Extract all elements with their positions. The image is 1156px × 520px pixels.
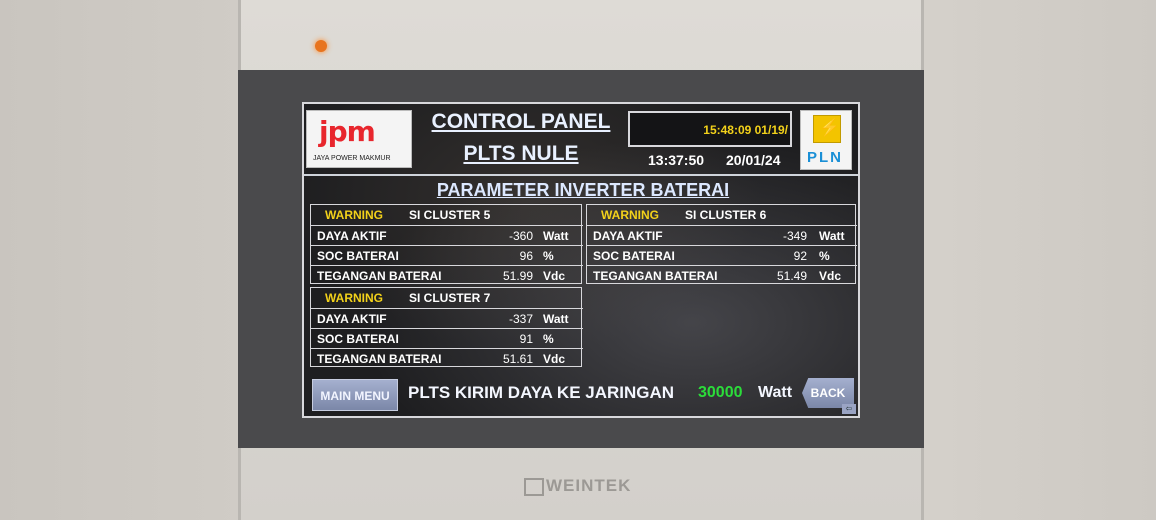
row-label: DAYA AKTIF (593, 229, 663, 243)
cluster-name: SI CLUSTER 6 (685, 208, 767, 222)
row-value: 96 (519, 249, 533, 263)
cluster-header: WARNING SI CLUSTER 5 (311, 205, 583, 225)
row-value: 92 (793, 249, 807, 263)
warning-indicator: WARNING (325, 291, 383, 305)
section-title: PARAMETER INVERTER BATERAI (436, 180, 730, 200)
clock-box-text: 15:48:09 01/19/ (703, 123, 788, 137)
status-text: PLTS KIRIM DAYA KE JARINGAN (408, 383, 675, 402)
clock-display-box: 15:48:09 01/19/ (628, 111, 792, 147)
main-menu-button[interactable]: MAIN MENU (312, 379, 398, 411)
data-row: SOC BATERAI 91 % (311, 328, 583, 348)
row-unit: % (543, 332, 554, 346)
power-led-icon (315, 40, 327, 52)
row-value: 51.99 (502, 269, 533, 283)
data-row: DAYA AKTIF -337 Watt (311, 308, 583, 328)
header-divider (304, 174, 858, 176)
row-label: SOC BATERAI (593, 249, 675, 263)
jpm-logo-mark: jpm (319, 115, 376, 148)
cluster-panel-6: WARNING SI CLUSTER 6 DAYA AKTIF -349 Wat… (586, 204, 857, 285)
power-export-value: 30000 (698, 384, 743, 401)
row-label: TEGANGAN BATERAI (317, 352, 442, 366)
device-brand: WEINTEK (524, 476, 644, 496)
row-unit: Watt (543, 312, 569, 326)
brand-logo-icon (524, 477, 544, 496)
cluster-header: WARNING SI CLUSTER 6 (587, 205, 857, 225)
row-value: 51.61 (502, 352, 533, 366)
row-label: DAYA AKTIF (317, 229, 387, 243)
row-unit: Vdc (543, 352, 566, 366)
row-label: DAYA AKTIF (317, 312, 387, 326)
clock-date: 20/01/24 (726, 152, 781, 168)
row-unit: % (819, 249, 830, 263)
row-label: TEGANGAN BATERAI (317, 269, 442, 283)
warning-indicator: WARNING (601, 208, 659, 222)
hmi-screen: jpm JAYA POWER MAKMUR CONTROL PANEL PLTS… (302, 102, 860, 418)
cluster-panel-7: WARNING SI CLUSTER 7 DAYA AKTIF -337 Wat… (310, 287, 583, 368)
power-export-unit: Watt (758, 384, 793, 401)
row-value: -360 (508, 229, 533, 243)
warning-indicator: WARNING (325, 208, 383, 222)
data-row: SOC BATERAI 92 % (587, 245, 857, 265)
data-row: SOC BATERAI 96 % (311, 245, 583, 265)
page-title: CONTROL PANEL (431, 110, 611, 133)
cluster-name: SI CLUSTER 5 (409, 208, 491, 222)
data-row: TEGANGAN BATERAI 51.61 Vdc (311, 348, 583, 368)
clock-time: 13:37:50 (648, 152, 705, 168)
row-unit: Vdc (819, 269, 842, 283)
data-row: DAYA AKTIF -360 Watt (311, 225, 583, 245)
brand-text: WEINTEK (546, 476, 632, 495)
cluster-name: SI CLUSTER 7 (409, 291, 491, 305)
row-label: TEGANGAN BATERAI (593, 269, 718, 283)
pln-logo-text: PLN (807, 149, 843, 166)
jpm-logo: jpm JAYA POWER MAKMUR (306, 110, 412, 168)
cluster-panel-5: WARNING SI CLUSTER 5 DAYA AKTIF -360 Wat… (310, 204, 583, 285)
data-row: DAYA AKTIF -349 Watt (587, 225, 857, 245)
data-row: TEGANGAN BATERAI 51.49 Vdc (587, 265, 857, 285)
data-row: TEGANGAN BATERAI 51.99 Vdc (311, 265, 583, 285)
row-value: -349 (782, 229, 807, 243)
row-unit: Watt (819, 229, 845, 243)
pln-logo: PLN (800, 110, 852, 170)
pln-bolt-icon (813, 115, 841, 143)
row-unit: % (543, 249, 554, 263)
cluster-header: WARNING SI CLUSTER 7 (311, 288, 583, 308)
row-label: SOC BATERAI (317, 249, 399, 263)
jpm-logo-text: JAYA POWER MAKMUR (313, 155, 391, 162)
row-unit: Vdc (543, 269, 566, 283)
return-icon[interactable]: ⇦ (842, 404, 856, 414)
row-value: 51.49 (776, 269, 807, 283)
row-value: -337 (508, 312, 533, 326)
row-value: 91 (519, 332, 533, 346)
page-subtitle: PLTS NULE (463, 142, 579, 165)
row-unit: Watt (543, 229, 569, 243)
row-label: SOC BATERAI (317, 332, 399, 346)
